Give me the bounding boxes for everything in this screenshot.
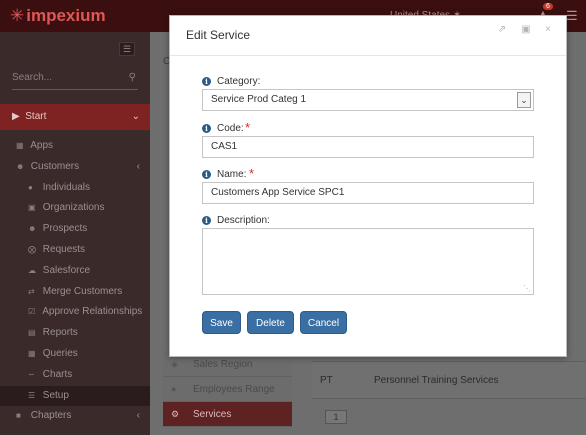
chevron-left-icon: ‹ [136,160,140,172]
list-icon: ☰ [28,390,36,400]
required-marker: * [245,120,251,135]
notification-badge: 6 [543,3,553,10]
logo: ✳ impexium [10,6,106,26]
sidebar-item-approve-relationships[interactable]: ☑ Approve Relationships [0,302,150,323]
name-label: Name: [217,169,247,180]
info-icon: i [202,216,211,225]
chevron-down-icon: ⌄ [131,111,140,122]
code-label: Code: [217,123,244,134]
chevron-down-icon[interactable]: ⌄ [517,92,531,108]
logo-mark-icon: ✳ [10,6,25,25]
gears-icon: ⚙ [171,409,180,419]
dialog-header: Edit Service ⇗ ▣ × [170,16,566,56]
sidebar-item-queries[interactable]: ▦ Queries [0,344,150,365]
grid-icon: ▦ [16,141,24,150]
start-menu[interactable]: ▶ Start ⌄ [0,104,150,130]
dialog-title: Edit Service [186,28,251,42]
table-row[interactable]: PT Personnel Training Services [312,361,586,399]
sidebar: ☰ Search... ⚲ ▶ Start ⌄ ▦ Apps ☻ Custome… [0,32,150,435]
search-placeholder: Search... [12,72,53,83]
required-marker: * [249,166,255,181]
pager-page-button[interactable]: 1 [325,410,347,424]
setup-nav: ◈ Sales Region ● Employees Range ⚙ Services [163,352,292,427]
info-icon: i [202,170,211,179]
logo-text: impexium [26,6,106,25]
person-icon: ● [171,384,177,394]
name-field[interactable]: Customers App Service SPC1 [202,182,534,204]
sidebar-item-charts[interactable]: ∽ Charts [0,365,150,386]
sidebar-nav: ▦ Apps ☻ Customers ‹ ● Individuals ▣ Orga… [0,136,150,427]
users-icon: ☻ [28,224,37,234]
sidebar-toggle-icon[interactable]: ☰ [119,42,135,56]
sidebar-item-apps[interactable]: ▦ Apps [0,136,150,157]
search-icon[interactable]: ⚲ [129,72,136,83]
sidebar-item-individuals[interactable]: ● Individuals [0,178,150,199]
linechart-icon: ∽ [28,369,35,379]
setup-item-employees-range[interactable]: ● Employees Range [163,377,292,402]
popout-icon[interactable]: ⇗ [496,24,508,36]
edit-service-dialog: Edit Service ⇗ ▣ × i Category: Service P… [169,15,567,357]
sidebar-item-chapters[interactable]: ■ Chapters ‹ [0,406,150,427]
maximize-icon[interactable]: ▣ [520,24,532,36]
table-icon: ▦ [28,348,36,358]
menu-icon[interactable]: ☰ [566,8,578,24]
services-table: PT Personnel Training Services [312,361,586,399]
sidebar-item-organizations[interactable]: ▣ Organizations [0,198,150,219]
sidebar-item-merge-customers[interactable]: ⇄ Merge Customers [0,282,150,303]
category-label: Category: [217,76,261,87]
sidebar-item-requests[interactable]: ⨂ Requests [0,240,150,261]
chart-icon: ▤ [28,328,36,338]
check-icon: ☑ [28,307,36,317]
table-cell-code: PT [320,375,333,386]
building-icon: ▣ [28,203,36,213]
resize-grip-icon[interactable]: ⋱ [523,285,531,293]
sidebar-item-prospects[interactable]: ☻ Prospects [0,219,150,240]
close-icon[interactable]: × [542,24,554,36]
chevron-left-icon: ‹ [136,410,140,422]
sidebar-search-input[interactable]: Search... ⚲ [12,72,138,90]
sidebar-item-reports[interactable]: ▤ Reports [0,323,150,344]
category-value: Service Prod Categ 1 [211,94,307,105]
folder-icon: ■ [16,411,21,421]
setup-item-services[interactable]: ⚙ Services [163,402,292,427]
users-icon: ☻ [16,161,25,171]
request-icon: ⨂ [28,244,36,254]
sidebar-item-customers[interactable]: ☻ Customers ‹ [0,157,150,178]
cloud-icon: ☁ [28,265,36,275]
start-icon: ▶ [12,111,20,122]
description-textarea[interactable]: ⋱ [202,228,534,295]
category-select[interactable]: Service Prod Categ 1 ⌄ [202,89,534,111]
cancel-button[interactable]: Cancel [300,311,347,334]
save-button[interactable]: Save [202,311,241,334]
table-cell-name: Personnel Training Services [374,375,499,386]
user-icon: ● [28,182,33,192]
sidebar-item-salesforce[interactable]: ☁ Salesforce [0,261,150,282]
start-label: Start [25,111,47,122]
description-label: Description: [217,215,270,226]
info-icon: i [202,124,211,133]
info-icon: i [202,77,211,86]
delete-button[interactable]: Delete [247,311,294,334]
sidebar-item-setup[interactable]: ☰ Setup [0,385,150,407]
code-field[interactable]: CAS1 [202,136,534,158]
merge-icon: ⇄ [28,286,35,296]
